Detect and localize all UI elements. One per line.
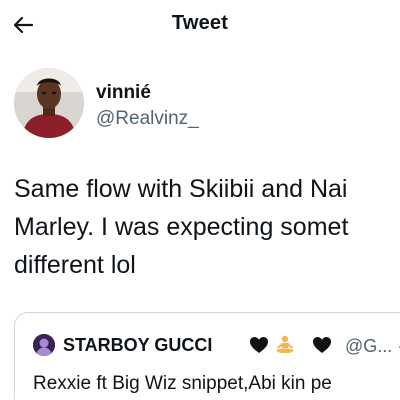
tweet-text: Same flow with Skiibii and Nai Marley. I… xyxy=(14,170,400,284)
author-display-name[interactable]: vinnié xyxy=(96,82,151,104)
page-title: Tweet xyxy=(171,12,229,34)
tweet-text-line: Marley. I was expecting somet xyxy=(14,213,349,241)
top-bar: Tweet xyxy=(0,0,400,50)
quoted-author-name[interactable]: STARBOY GUCCI xyxy=(63,335,212,356)
quoted-tweet-text: Rexxie ft Big Wiz snippet,Abi kin pe xyxy=(33,373,332,394)
black-heart-icon xyxy=(250,337,268,353)
person-in-lotus-position-icon xyxy=(276,335,294,353)
quoted-author-handle[interactable]: @G... · 2 xyxy=(345,336,400,357)
black-heart-icon xyxy=(313,337,331,353)
avatar[interactable] xyxy=(14,68,84,138)
tweet-author[interactable]: vinnié @Realvinz_ xyxy=(14,68,394,144)
quoted-handle-text: @G... xyxy=(345,336,393,356)
quoted-tweet-card[interactable]: STARBOY GUCCI @G... · 2 Rexxie ft Big Wi… xyxy=(14,312,400,400)
quoted-author-avatar[interactable] xyxy=(33,334,55,356)
tweet-text-line: Same flow with Skiibii and Nai xyxy=(14,175,348,203)
tweet-text-line: different lol xyxy=(14,251,136,279)
author-handle[interactable]: @Realvinz_ xyxy=(96,108,199,130)
